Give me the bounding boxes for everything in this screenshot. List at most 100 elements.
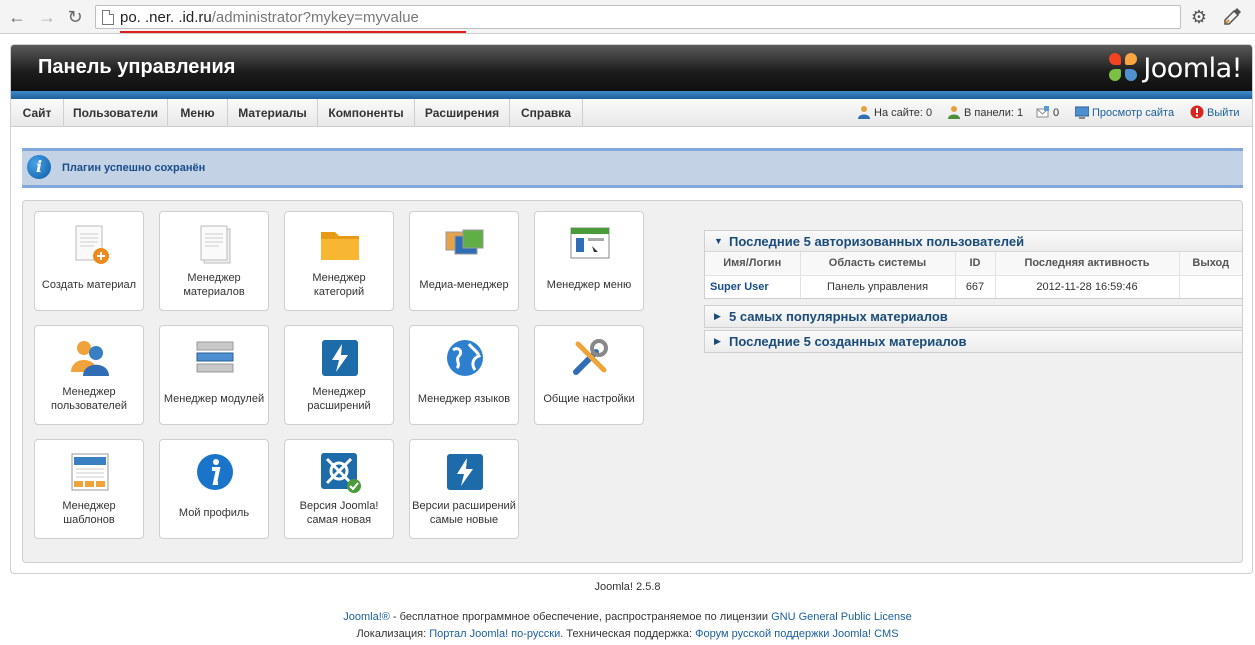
tile-media-manager[interactable]: Медиа-менеджер xyxy=(409,211,519,311)
view-site-text[interactable]: Просмотр сайта xyxy=(1092,107,1174,119)
message-text: Плагин успешно сохранён xyxy=(62,162,206,174)
menu-site[interactable]: Сайт xyxy=(11,99,64,127)
user-logout[interactable] xyxy=(1179,274,1242,298)
tile-label: Менеджер категорий xyxy=(312,272,366,298)
tile-label: Мой профиль xyxy=(178,507,250,519)
col-name: Имя/Логин xyxy=(705,252,801,275)
user-activity: 2012-11-28 16:59:46 xyxy=(995,274,1180,298)
tile-joomla-update[interactable]: Версия Joomla! самая новая xyxy=(284,439,394,539)
support-label: . Техническая поддержка: xyxy=(560,628,696,640)
tile-add-article[interactable]: Создать материал xyxy=(34,211,144,311)
admin-frame: Панель управления Joomla! Сайт Пользоват… xyxy=(10,44,1253,574)
browser-toolbar: ← → ↻ po. .ner. .id.ru/administrator?myk… xyxy=(0,0,1255,34)
tile-module-manager[interactable]: Менеджер модулей xyxy=(159,325,269,425)
tile-article-manager[interactable]: Менеджер материалов xyxy=(159,211,269,311)
footer-license: Joomla!® - бесплатное программное обеспе… xyxy=(0,611,1255,623)
tile-label: Менеджер материалов xyxy=(183,272,245,298)
logout-text[interactable]: Выйти xyxy=(1207,107,1240,119)
popular-articles-panel: ▶ 5 самых популярных материалов xyxy=(704,305,1243,328)
article-add-icon xyxy=(75,225,109,264)
menu-content[interactable]: Материалы xyxy=(228,99,318,127)
joomla-logo: Joomla! xyxy=(1109,52,1242,84)
tile-global-config[interactable]: Общие настройки xyxy=(534,325,644,425)
license-text: - бесплатное программное обеспечение, ра… xyxy=(389,611,772,623)
tile-label: Медиа-менеджер xyxy=(419,279,509,291)
status-on-site: На сайте: 0 xyxy=(857,99,932,127)
monitor-icon xyxy=(1075,106,1089,119)
tile-user-manager[interactable]: Менеджер пользователей xyxy=(34,325,144,425)
popular-articles-header[interactable]: ▶ 5 самых популярных материалов xyxy=(705,306,1242,327)
joomla-ru-portal-link[interactable]: Портал Joomla! по-русски xyxy=(429,628,560,640)
info-icon xyxy=(197,454,233,490)
user-name-link[interactable]: Super User xyxy=(705,274,801,298)
joomla-link[interactable]: Joomla!® xyxy=(343,611,390,623)
collapsed-arrow-icon: ▶ xyxy=(714,311,721,321)
menu-extensions[interactable]: Расширения xyxy=(415,99,510,127)
tile-extensions-update[interactable]: Версии расширений самые новые xyxy=(409,439,519,539)
menu-components[interactable]: Компоненты xyxy=(318,99,415,127)
table-header-row: Имя/Логин Область системы ID Последняя а… xyxy=(705,252,1242,275)
tile-label: Менеджер модулей xyxy=(163,393,265,405)
support-forum-link[interactable]: Форум русской поддержки Joomla! CMS xyxy=(695,628,898,640)
col-area: Область системы xyxy=(800,252,956,275)
tile-my-profile[interactable]: Мой профиль xyxy=(159,439,269,539)
gear-icon[interactable]: ⚙ xyxy=(1188,6,1210,28)
status-messages[interactable]: 0 xyxy=(1036,99,1059,127)
logged-users-title: Последние 5 авторизованных пользователей xyxy=(729,234,1025,249)
eyedropper-icon[interactable] xyxy=(1222,6,1244,28)
url-host: po. .ner. .id.ru xyxy=(120,9,212,26)
tile-menu-manager[interactable]: Менеджер меню xyxy=(534,211,644,311)
tile-label: Менеджер меню xyxy=(546,279,632,291)
user-id: 667 xyxy=(955,274,996,298)
main-menu: Сайт Пользователи Меню Материалы Компоне… xyxy=(11,99,1252,127)
message-icon xyxy=(1036,106,1049,118)
page-icon xyxy=(102,10,114,25)
article-manager-icon xyxy=(200,225,231,264)
page-title: Панель управления xyxy=(38,56,236,78)
globe-icon xyxy=(447,340,483,376)
latest-articles-title: Последние 5 созданных материалов xyxy=(729,334,967,349)
url-path: /administrator?mykey=myvalue xyxy=(211,9,419,26)
modules-icon xyxy=(196,341,234,373)
popular-articles-title: 5 самых популярных материалов xyxy=(729,309,948,324)
menu-menus[interactable]: Меню xyxy=(168,99,228,127)
col-id: ID xyxy=(955,252,996,275)
logout-link[interactable]: Выйти xyxy=(1190,99,1240,127)
tools-icon xyxy=(573,339,608,375)
back-arrow-icon[interactable]: ← xyxy=(6,6,28,28)
expanded-arrow-icon: ▼ xyxy=(714,236,723,246)
menu-manager-icon xyxy=(570,227,610,259)
tile-label: Менеджер шаблонов xyxy=(62,500,116,526)
logout-icon xyxy=(1190,105,1204,119)
latest-articles-panel: ▶ Последние 5 созданных материалов xyxy=(704,330,1243,353)
tile-category-manager[interactable]: Менеджер категорий xyxy=(284,211,394,311)
user-area: Панель управления xyxy=(800,274,956,298)
media-icon xyxy=(445,229,484,255)
tile-extension-manager[interactable]: Менеджер расширений xyxy=(284,325,394,425)
users-icon xyxy=(71,341,109,376)
version-text: Joomla! 2.5.8 xyxy=(594,581,661,593)
tile-label: Общие настройки xyxy=(543,393,635,405)
logged-users-table: Имя/Логин Область системы ID Последняя а… xyxy=(705,252,1242,298)
status-in-panel: В панели: 1 xyxy=(947,99,1023,127)
tile-label: Менеджер пользователей xyxy=(51,386,127,412)
admin-user-icon xyxy=(948,106,960,119)
tile-template-manager[interactable]: Менеджер шаблонов xyxy=(34,439,144,539)
admin-header: Панель управления Joomla! xyxy=(11,45,1252,91)
url-text: po. .ner. .id.ru/administrator?mykey=myv… xyxy=(120,9,466,33)
tile-label: Менеджер расширений xyxy=(307,386,371,412)
address-bar[interactable]: po. .ner. .id.ru/administrator?mykey=myv… xyxy=(95,5,1181,33)
latest-articles-header[interactable]: ▶ Последние 5 созданных материалов xyxy=(705,331,1242,352)
gpl-link[interactable]: GNU General Public License xyxy=(771,611,912,623)
localization-label: Локализация: xyxy=(356,628,430,640)
folder-icon xyxy=(321,232,359,260)
table-row: Super User Панель управления 667 2012-11… xyxy=(705,274,1242,298)
forward-arrow-icon[interactable]: → xyxy=(36,6,58,28)
menu-help[interactable]: Справка xyxy=(510,99,583,127)
reload-icon[interactable]: ↻ xyxy=(64,6,86,28)
menu-users[interactable]: Пользователи xyxy=(64,99,168,127)
tile-label: Менеджер языков xyxy=(417,393,511,405)
logged-users-header[interactable]: ▼ Последние 5 авторизованных пользовател… xyxy=(705,231,1242,252)
view-site-link[interactable]: Просмотр сайта xyxy=(1075,99,1174,127)
tile-language-manager[interactable]: Менеджер языков xyxy=(409,325,519,425)
